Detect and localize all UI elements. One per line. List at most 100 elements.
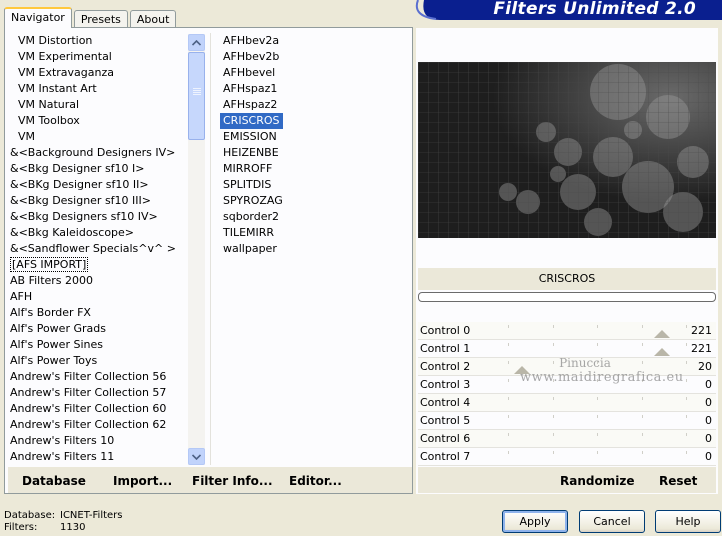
filter-item[interactable]: MIRROFF <box>220 161 283 177</box>
control-slider-track[interactable] <box>508 433 687 445</box>
category-item[interactable]: VM Extravaganza <box>10 65 186 81</box>
category-label: &<Background Designers IV> <box>10 146 176 159</box>
reset-button[interactable]: Reset <box>659 474 697 488</box>
category-item[interactable]: Andrew's Filter Collection 57 <box>10 385 186 401</box>
control-label: Control 1 <box>420 342 471 355</box>
import-button[interactable]: Import... <box>113 474 172 488</box>
database-button[interactable]: Database <box>22 474 86 488</box>
filter-item[interactable]: TILEMIRR <box>220 225 283 241</box>
slider-thumb[interactable] <box>654 348 671 356</box>
filter-item[interactable]: HEIZENBE <box>220 145 283 161</box>
category-item[interactable]: Andrew's Filters 11 <box>10 449 186 465</box>
slider-tick <box>597 325 598 328</box>
category-label: &<BKg Designer sf10 II> <box>10 178 149 191</box>
slider-tick <box>641 397 643 400</box>
control-row[interactable]: Control 4 0 <box>418 394 716 412</box>
control-row[interactable]: Control 5 0 <box>418 412 716 430</box>
category-item[interactable]: Andrew's Filter Collection 62 <box>10 417 186 433</box>
control-value: 0 <box>705 432 712 445</box>
tab-about[interactable]: About <box>129 10 177 28</box>
category-item[interactable]: &<Bkg Designer sf10 I> <box>10 161 186 177</box>
slider-tick <box>552 451 554 454</box>
category-item[interactable]: AFH <box>10 289 186 305</box>
category-item[interactable]: Alf's Border FX <box>10 305 186 321</box>
category-item[interactable]: VM Natural <box>10 97 186 113</box>
filter-item[interactable]: sqborder2 <box>220 209 283 225</box>
category-item[interactable]: Andrew's Filter Collection 60 <box>10 401 186 417</box>
filter-info-button[interactable]: Filter Info... <box>192 474 273 488</box>
slider-tick <box>508 451 509 454</box>
category-item[interactable]: Alf's Power Sines <box>10 337 186 353</box>
filter-item[interactable]: AFHspaz1 <box>220 81 283 97</box>
category-item[interactable]: &<Bkg Designer sf10 III> <box>10 193 186 209</box>
category-item[interactable]: &<BKg Designer sf10 II> <box>10 177 186 193</box>
filter-item[interactable]: AFHbev2b <box>220 49 283 65</box>
category-item[interactable]: Andrew's Filters 10 <box>10 433 186 449</box>
control-sliders: Control 0 221 Control 1 221 Control 2 20 Contr… <box>418 322 716 466</box>
slider-tick <box>508 325 509 328</box>
filter-item[interactable]: wallpaper <box>220 241 283 257</box>
tab-presets[interactable]: Presets <box>73 10 128 28</box>
help-button[interactable]: Help <box>655 510 721 533</box>
category-item[interactable]: VM <box>10 129 186 145</box>
category-label: VM Instant Art <box>18 82 97 95</box>
control-slider-track[interactable] <box>508 451 687 463</box>
tab-navigator[interactable]: Navigator <box>4 7 72 28</box>
control-value: 0 <box>705 414 712 427</box>
control-value: 221 <box>691 324 712 337</box>
randomize-button[interactable]: Randomize <box>560 474 634 488</box>
control-slider-track[interactable] <box>508 343 687 356</box>
category-item[interactable]: Andrew's Filter Collection 56 <box>10 369 186 385</box>
control-row[interactable]: Control 6 0 <box>418 430 716 448</box>
apply-button[interactable]: Apply <box>502 510 568 533</box>
selected-filter-name: CRISCROS <box>418 268 716 290</box>
control-label: Control 3 <box>420 378 471 391</box>
category-item[interactable]: VM Experimental <box>10 49 186 65</box>
filter-item[interactable]: SPLITDIS <box>220 177 283 193</box>
category-label: VM Distortion <box>18 34 93 47</box>
category-item[interactable]: [AFS IMPORT] <box>10 257 186 273</box>
filter-item[interactable]: EMISSION <box>220 129 283 145</box>
category-label: Andrew's Filters 11 <box>10 450 115 463</box>
database-value: ICNET-Filters <box>60 510 123 521</box>
filter-item[interactable]: AFHbevel <box>220 65 283 81</box>
control-row[interactable]: Control 7 0 <box>418 448 716 466</box>
category-item[interactable]: AB Filters 2000 <box>10 273 186 289</box>
slider-tick <box>552 415 554 418</box>
category-item[interactable]: Alf's Power Toys <box>10 353 186 369</box>
filter-item[interactable]: AFHbev2a <box>220 33 283 49</box>
scroll-up-button[interactable] <box>188 34 205 51</box>
filter-item[interactable]: AFHspaz2 <box>220 97 283 113</box>
filter-item[interactable]: SPYROZAG <box>220 193 283 209</box>
category-item[interactable]: &<Sandflower Specials^v^ > <box>10 241 186 257</box>
category-scrollbar[interactable] <box>188 34 205 465</box>
control-row[interactable]: Control 0 221 <box>418 322 716 340</box>
control-label: Control 4 <box>420 396 471 409</box>
category-item[interactable]: &<Bkg Designers sf10 IV> <box>10 209 186 225</box>
control-slider-track[interactable] <box>508 415 687 427</box>
category-item[interactable]: Alf's Power Grads <box>10 321 186 337</box>
scroll-down-button[interactable] <box>188 448 205 465</box>
category-item[interactable]: VM Distortion <box>10 33 186 49</box>
category-item[interactable]: VM Instant Art <box>10 81 186 97</box>
category-item[interactable]: &<Background Designers IV> <box>10 145 186 161</box>
control-label: Control 7 <box>420 450 471 463</box>
scroll-thumb[interactable] <box>188 52 205 140</box>
control-slider-track[interactable] <box>508 397 687 409</box>
slider-thumb[interactable] <box>654 330 671 338</box>
category-item[interactable]: &<Bkg Kaleidoscope> <box>10 225 186 241</box>
editor-button[interactable]: Editor... <box>289 474 342 488</box>
filter-item[interactable]: CRISCROS <box>220 113 283 129</box>
category-label: Andrew's Filter Collection 57 <box>10 386 167 399</box>
control-slider-track[interactable] <box>508 325 687 338</box>
filter-list[interactable]: AFHbev2a AFHbev2b AFHbevel AFHspaz1 AFHspaz2… <box>220 33 410 273</box>
cancel-button[interactable]: Cancel <box>579 510 645 533</box>
slider-tick <box>641 325 643 328</box>
slider-tick <box>552 433 554 436</box>
category-list[interactable]: VM Distortion VM Experimental VM Extravaga… <box>10 33 186 465</box>
category-label: VM Experimental <box>18 50 112 63</box>
category-item[interactable]: VM Toolbox <box>10 113 186 129</box>
app-banner: Filters Unlimited 2.0 <box>400 0 722 20</box>
category-label: &<Sandflower Specials^v^ > <box>10 242 176 255</box>
slider-tick <box>686 325 687 328</box>
